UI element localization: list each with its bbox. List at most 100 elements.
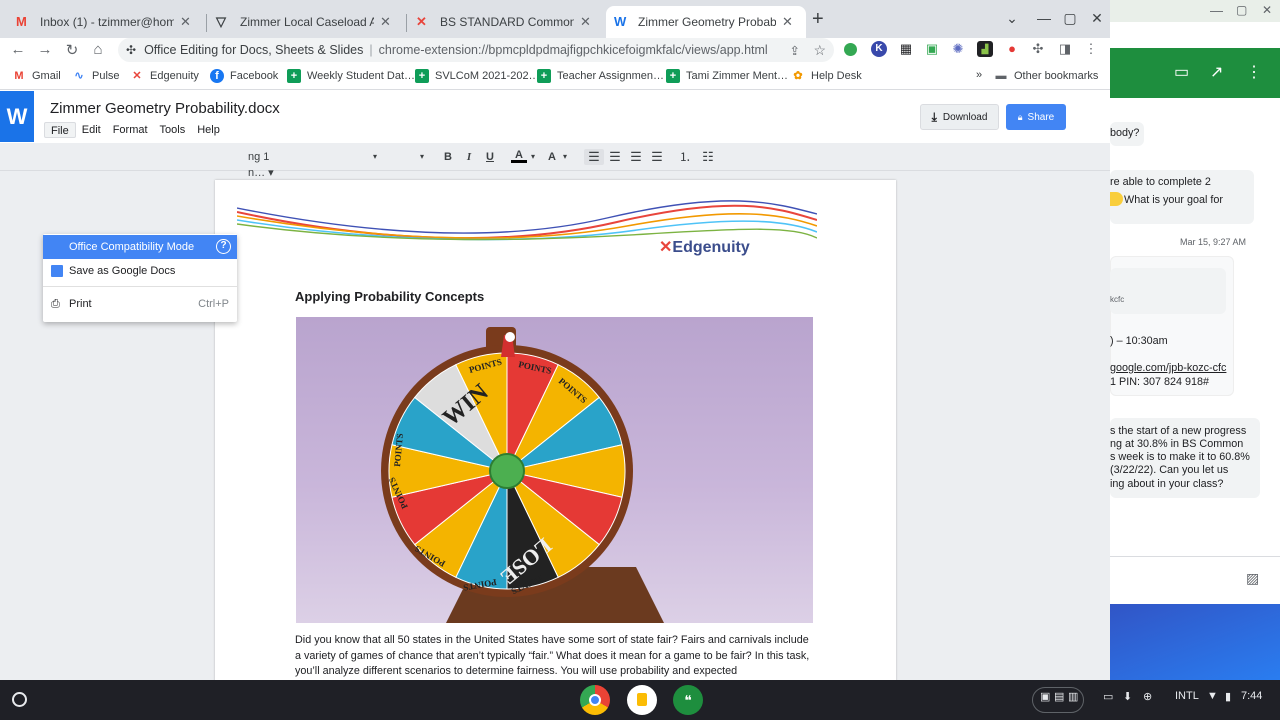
address-bar[interactable]: ✣ Office Editing for Docs, Sheets & Slid… [118, 38, 834, 62]
extension-green-icon[interactable] [844, 43, 857, 56]
reload-icon[interactable]: ↻ [62, 41, 82, 61]
text-color-button[interactable]: A [511, 149, 527, 163]
bookmark-svlcom[interactable]: + SVLCoM 2021-202… [415, 69, 540, 83]
highlight-chevron-icon[interactable]: ▾ [561, 149, 569, 165]
bookmark-label: Pulse [92, 70, 120, 82]
tab-geometry-doc[interactable]: W Zimmer Geometry Probability.do ✕ [606, 6, 806, 38]
extensions-puzzle-icon[interactable]: ✣ [1030, 41, 1046, 57]
extension-k-icon[interactable]: K [871, 41, 887, 57]
align-left-icon[interactable]: ☰ [584, 149, 604, 165]
bookmark-gmail[interactable]: M Gmail [12, 69, 60, 83]
battery-icon[interactable]: ▮ [1225, 690, 1231, 703]
document-page[interactable]: ✕Edgenuity Applying Probability Concepts… [215, 180, 896, 680]
bookmark-weekly-student[interactable]: + Weekly Student Dat… [287, 69, 415, 83]
menu-edit[interactable]: Edit [76, 122, 107, 138]
help-circle-icon[interactable]: ? [216, 239, 231, 254]
add-icon[interactable]: ⊕ [1143, 690, 1152, 703]
numbered-list-icon[interactable]: ⒈ [676, 149, 694, 165]
image-icon[interactable]: ▨ [1246, 570, 1259, 587]
close-icon[interactable]: ✕ [1262, 3, 1272, 17]
align-right-icon[interactable]: ☰ [627, 149, 645, 165]
other-bookmarks[interactable]: ▬ Other bookmarks [994, 69, 1099, 83]
menu-help[interactable]: Help [191, 122, 226, 138]
close-icon[interactable]: ✕ [782, 14, 798, 30]
extension-star-icon[interactable]: ✺ [950, 41, 966, 57]
minimize-icon[interactable]: — [1210, 3, 1223, 18]
document-heading: Applying Probability Concepts [295, 289, 485, 304]
align-center-icon[interactable]: ☰ [606, 149, 624, 165]
keep-app-icon[interactable] [627, 685, 657, 715]
wifi-icon[interactable]: ▼ [1207, 690, 1218, 702]
helpdesk-icon: ✿ [793, 70, 803, 82]
tab-bs-standard[interactable]: ✕ BS STANDARD Common Core G ✕ [408, 6, 604, 38]
bookmark-edgenuity[interactable]: ✕ Edgenuity [130, 69, 199, 83]
menu-tools[interactable]: Tools [154, 122, 192, 138]
kebab-menu-icon[interactable]: ⋮ [1246, 62, 1262, 82]
share-page-icon[interactable]: ⇪ [790, 43, 800, 58]
menu-item-office-compatibility-mode[interactable]: Office Compatibility Mode ? [43, 235, 237, 259]
chat-message-text: ing about in your class? [1110, 478, 1224, 490]
window-icon[interactable]: ▣ [1040, 690, 1050, 703]
close-icon[interactable]: ✕ [180, 14, 196, 30]
close-icon[interactable]: ✕ [580, 14, 596, 30]
extension-dark-icon[interactable]: ▟ [977, 41, 993, 57]
close-window-icon[interactable]: ✕ [1087, 10, 1107, 30]
maximize-icon[interactable]: ▢ [1060, 10, 1080, 30]
tab-search-icon[interactable]: ⌄ [1002, 10, 1022, 30]
chrome-app-icon[interactable] [580, 685, 610, 715]
file-menu-dropdown: Office Compatibility Mode ? Save as Goog… [43, 234, 237, 322]
highlight-button[interactable]: A [545, 149, 559, 165]
extension-screen-icon[interactable]: ▣ [924, 41, 940, 57]
download-button[interactable]: ⤓ Download [920, 104, 999, 130]
text-color-chevron-icon[interactable]: ▾ [529, 149, 537, 165]
more-bookmarks-button[interactable]: » [976, 69, 982, 81]
hangouts-app-icon[interactable]: ❝ [673, 685, 703, 715]
forward-icon[interactable]: → [35, 41, 55, 61]
menu-item-print[interactable]: ⎙ Print Ctrl+P [43, 292, 237, 316]
folder-icon: ▬ [995, 70, 1007, 82]
side-panel-icon[interactable]: ◨ [1057, 41, 1073, 57]
extension-grid-icon[interactable]: ▦ [898, 41, 914, 57]
bookmark-tami-zimmer[interactable]: + Tami Zimmer Ment… [666, 69, 788, 83]
menu-divider [43, 286, 237, 287]
bold-button[interactable]: B [441, 149, 455, 165]
star-icon[interactable]: ☆ [813, 42, 826, 59]
screen-capture-icon[interactable]: ▭ [1103, 690, 1113, 703]
share-button[interactable]: 🔒︎ Share [1006, 104, 1066, 130]
tab-caseload[interactable]: ▽ Zimmer Local Caseload Apr 4th ✕ [208, 6, 404, 38]
ime-indicator[interactable]: INTL [1175, 690, 1199, 702]
kebab-menu-icon[interactable]: ⋮ [1083, 41, 1099, 57]
document-title[interactable]: Zimmer Geometry Probability.docx [50, 100, 280, 117]
download-tray-icon[interactable]: ⬇ [1123, 690, 1132, 703]
shield-icon: ▽ [216, 14, 226, 29]
bookmark-help-desk[interactable]: ✿ Help Desk [791, 69, 861, 83]
new-tab-button[interactable]: + [812, 9, 832, 30]
maximize-icon[interactable]: ▢ [1236, 3, 1247, 17]
tab-gmail[interactable]: M Inbox (1) - tzimmer@homeofthe… ✕ [8, 6, 204, 38]
extension-red-icon[interactable]: ● [1004, 41, 1020, 57]
bookmark-teacher-assignments[interactable]: + Teacher Assignmen… [537, 69, 664, 83]
menu-file[interactable]: File [44, 122, 76, 138]
clock-time[interactable]: 7:44 [1241, 690, 1262, 702]
open-in-new-icon[interactable]: ↗ [1210, 62, 1223, 82]
font-select-chevron-icon[interactable]: ▾ [370, 149, 380, 165]
size-select-chevron-icon[interactable]: ▾ [417, 149, 427, 165]
paragraph-style-select[interactable]: ng 1 n… ▾ [248, 149, 288, 179]
close-icon[interactable]: ✕ [380, 14, 396, 30]
bulleted-list-icon[interactable]: ☷ [699, 149, 717, 165]
window-icon[interactable]: ▥ [1068, 690, 1078, 703]
video-call-icon[interactable]: ▭ [1174, 62, 1189, 82]
minimize-icon[interactable]: — [1034, 10, 1054, 30]
menu-item-save-as-google-docs[interactable]: Save as Google Docs [43, 259, 237, 283]
bookmark-facebook[interactable]: f Facebook [210, 69, 278, 83]
italic-button[interactable]: I [462, 149, 476, 165]
window-icon[interactable]: ▤ [1054, 690, 1064, 703]
launcher-icon[interactable] [12, 692, 27, 707]
meeting-link[interactable]: google.com/jpb-kozc-cfc [1110, 362, 1226, 375]
home-icon[interactable]: ⌂ [88, 41, 108, 61]
underline-button[interactable]: U [483, 149, 497, 165]
align-justify-icon[interactable]: ☰ [648, 149, 666, 165]
back-icon[interactable]: ← [8, 41, 28, 61]
menu-format[interactable]: Format [107, 122, 154, 138]
bookmark-pulse[interactable]: ∿ Pulse [72, 69, 120, 83]
